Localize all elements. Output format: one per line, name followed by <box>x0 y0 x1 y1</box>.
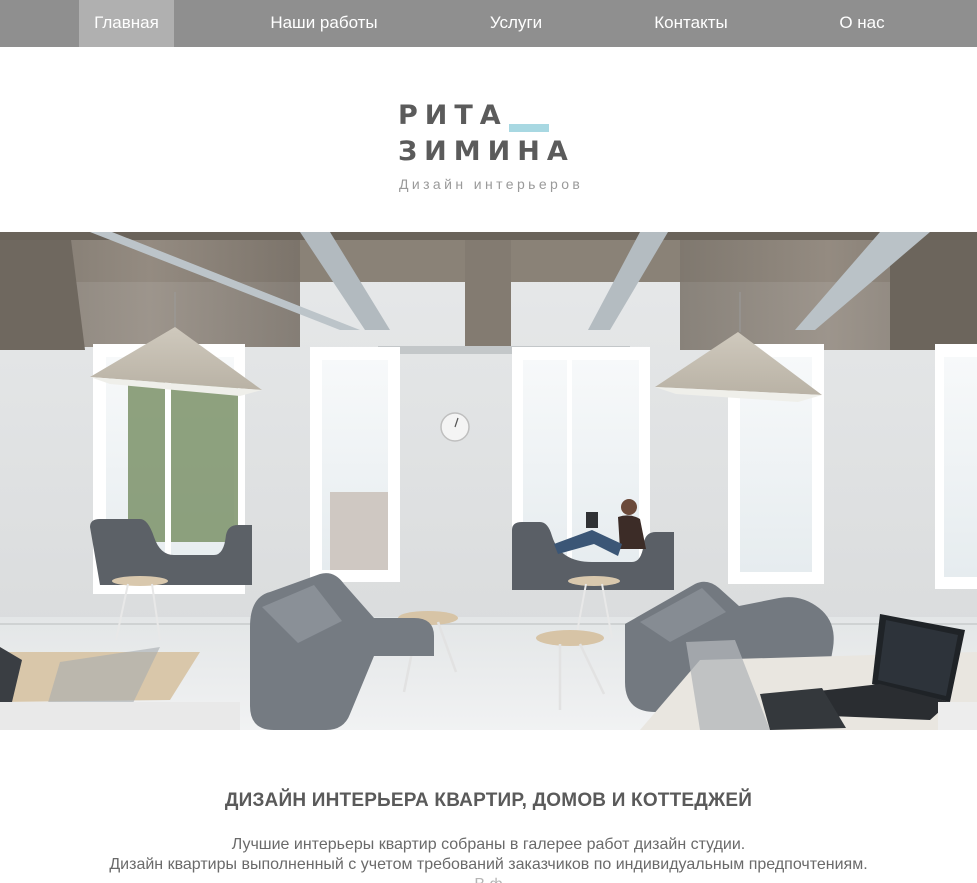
site-logo[interactable]: РИТА ЗИМИНА Дизайн интерьеров <box>398 100 638 200</box>
nav-item-works[interactable]: Наши работы <box>254 0 394 47</box>
logo-last-name: ЗИМИНА <box>398 136 575 167</box>
nav-item-about[interactable]: О нас <box>826 0 898 47</box>
intro-paragraph-line-2: Дизайн квартиры выполненный с учетом тре… <box>109 856 868 873</box>
page-headline: ДИЗАЙН ИНТЕРЬЕРА КВАРТИР, ДОМОВ И КОТТЕД… <box>224 790 753 811</box>
nav-item-home[interactable]: Главная <box>79 0 174 47</box>
intro-paragraph-line-1: Лучшие интерьеры квартир собраны в галер… <box>231 836 746 853</box>
nav-item-services[interactable]: Услуги <box>473 0 559 47</box>
logo-first-name: РИТА <box>398 100 508 131</box>
logo-accent-bar <box>509 124 549 132</box>
intro-paragraph-line-3: В ф <box>0 876 977 883</box>
logo-subtitle: Дизайн интерьеров <box>399 176 584 192</box>
hero-image <box>0 232 977 730</box>
nav-item-contacts[interactable]: Контакты <box>640 0 742 47</box>
main-nav: Главная Наши работы Услуги Контакты О на… <box>0 0 977 47</box>
